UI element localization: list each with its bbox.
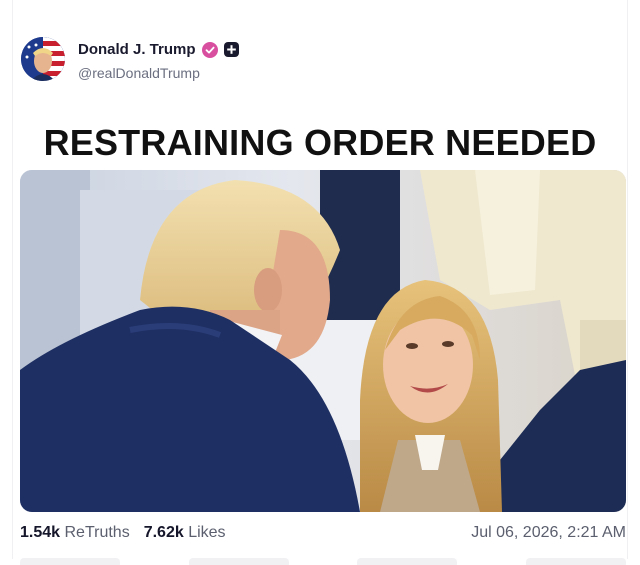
- retruths-stat[interactable]: 1.54k ReTruths: [20, 524, 130, 542]
- post-photo[interactable]: [20, 170, 626, 512]
- action-bar-segment: [525, 558, 626, 565]
- author-display-name[interactable]: Donald J. Trump: [78, 41, 196, 58]
- action-bar-segment: [20, 558, 120, 565]
- post-timestamp[interactable]: Jul 06, 2026, 2:21 AM: [471, 524, 626, 542]
- retruths-label: ReTruths: [64, 524, 130, 541]
- author-avatar[interactable]: [21, 37, 65, 81]
- photo-image: [20, 170, 626, 512]
- post-headline: RESTRAINING ORDER NEEDED: [43, 122, 597, 163]
- likes-stat[interactable]: 7.62k Likes: [144, 524, 226, 542]
- author-handle[interactable]: @realDonaldTrump: [78, 65, 200, 81]
- action-bar-segment: [188, 558, 289, 565]
- likes-count: 7.62k: [143, 524, 184, 541]
- likes-label: Likes: [188, 524, 226, 541]
- verified-badge-icon: [201, 41, 218, 58]
- post-stats: 1.54k ReTruths 7.62k Likes: [20, 524, 226, 542]
- author-name-row: Donald J. Trump: [78, 41, 239, 58]
- plus-icon[interactable]: [223, 42, 239, 57]
- retruths-count: 1.54k: [20, 524, 61, 541]
- avatar-image: [21, 37, 65, 81]
- post-card: Donald J. Trump @realDonaldTrump RESTRAI…: [0, 0, 640, 565]
- action-bar-segment: [357, 558, 458, 565]
- action-bar-edge: [20, 558, 626, 565]
